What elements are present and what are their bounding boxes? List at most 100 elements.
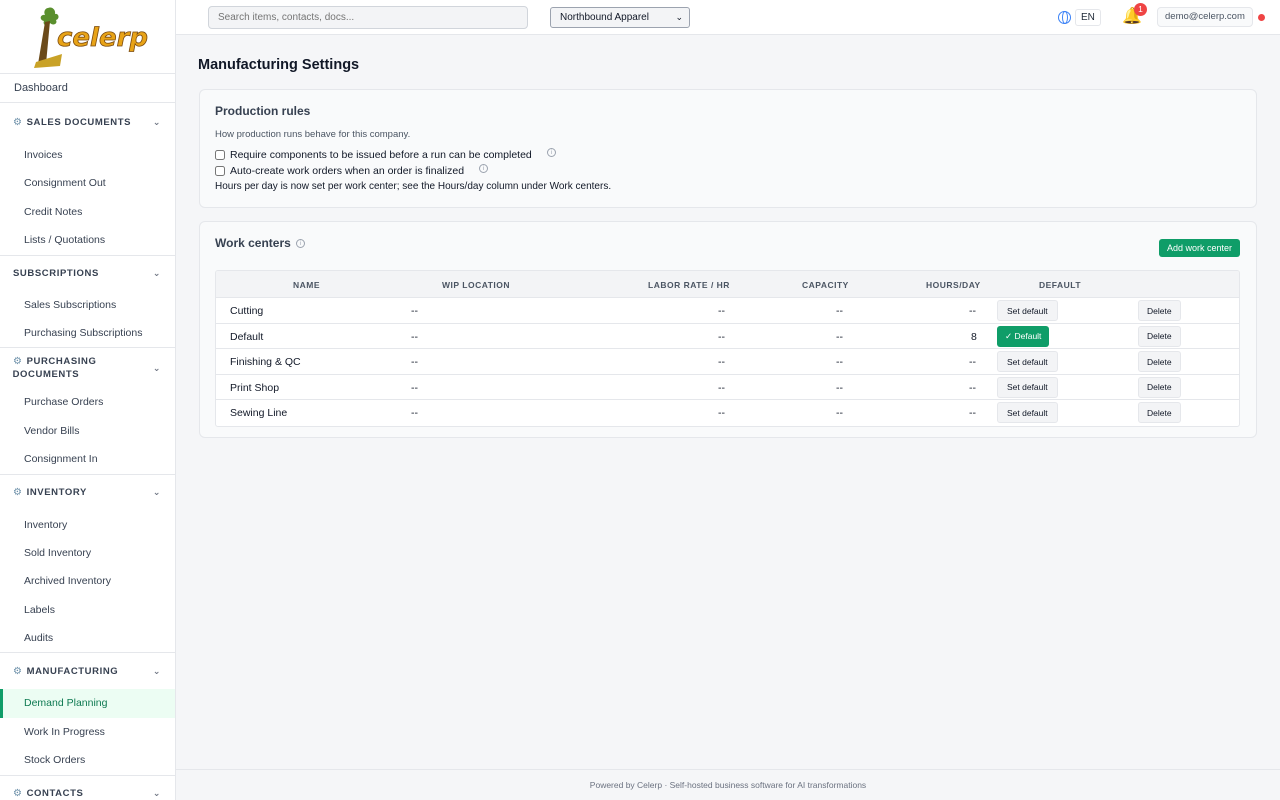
cell-capacity: -- — [836, 407, 843, 419]
cell-labor-rate: -- — [718, 356, 725, 368]
default-badge-button[interactable]: ✓ Default — [997, 325, 1050, 347]
section-title: MANUFACTURING — [26, 665, 119, 677]
sidebar-item-archived-inventory[interactable]: Archived Inventory — [0, 567, 175, 595]
search-input[interactable] — [208, 6, 528, 29]
cell-capacity: -- — [836, 305, 843, 317]
cell-wip-location: -- — [411, 330, 418, 343]
cell-hours-day: -- — [969, 305, 976, 317]
sidebar-item-consignment-in[interactable]: Consignment In — [0, 445, 175, 473]
auto-create-work-orders-option[interactable]: Auto-create work orders when an order is… — [215, 163, 489, 177]
sidebar-item-credit-notes[interactable]: Credit Notes — [0, 198, 175, 226]
section-header-purchasing-documents[interactable]: ⚙ PURCHASING DOCUMENTS ⌄ — [0, 348, 175, 388]
section-header-sales-documents[interactable]: ⚙ SALES DOCUMENTS ⌄ — [0, 103, 175, 141]
section-header-inventory[interactable]: ⚙ INVENTORY ⌄ — [0, 475, 175, 511]
nav-section-purchasing-documents: ⚙ PURCHASING DOCUMENTS ⌄ Purchase Orders V… — [0, 347, 175, 473]
delete-button[interactable]: Delete — [1138, 402, 1181, 423]
nav-section-subscriptions: SUBSCRIPTIONS ⌄ Sales Subscriptions Purc… — [0, 254, 175, 348]
user-menu-button[interactable]: demo@celerp.com — [1157, 7, 1253, 27]
cell-labor-rate: -- — [718, 330, 725, 343]
work-centers-card: Work centers i Add work center NAME WIP … — [199, 221, 1257, 438]
delete-button[interactable]: Delete — [1138, 325, 1181, 347]
delete-button[interactable]: Delete — [1138, 376, 1181, 398]
column-header-wip-location: WIP LOCATION — [442, 280, 511, 290]
card-title-text: Work centers — [215, 236, 291, 250]
nav-section-contacts: ⚙ CONTACTS ⌄ — [0, 774, 175, 800]
sidebar-item-consignment-out[interactable]: Consignment Out — [0, 169, 175, 197]
sidebar-item-inventory[interactable]: Inventory — [0, 511, 175, 539]
cell-name: Print Shop — [230, 381, 280, 394]
company-select[interactable]: Northbound Apparel ⌄ — [550, 7, 690, 28]
notification-badge: 1 — [1134, 3, 1147, 16]
svg-text:celerp: celerp — [57, 23, 148, 53]
set-default-button[interactable]: Set default — [997, 376, 1058, 398]
cell-labor-rate: -- — [718, 381, 725, 394]
cell-hours-day: 8 — [971, 330, 977, 343]
language-button[interactable]: EN — [1075, 9, 1101, 26]
column-header-hours-day: HOURS/DAY — [926, 280, 981, 290]
section-title: SUBSCRIPTIONS — [13, 267, 99, 279]
section-header-contacts[interactable]: ⚙ CONTACTS ⌄ — [0, 776, 175, 800]
nav-section-inventory: ⚙ INVENTORY ⌄ Inventory Sold Inventory Ar… — [0, 473, 175, 653]
section-header-manufacturing[interactable]: ⚙ MANUFACTURING ⌄ — [0, 653, 175, 689]
section-header-subscriptions[interactable]: SUBSCRIPTIONS ⌄ — [0, 256, 175, 291]
sidebar-item-dashboard[interactable]: Dashboard — [0, 74, 175, 102]
info-icon[interactable]: i — [479, 163, 489, 173]
section-title: INVENTORY — [26, 487, 87, 499]
chevron-down-icon: ⌄ — [152, 362, 161, 373]
cell-hours-day: -- — [969, 381, 976, 394]
sidebar-item-sold-inventory[interactable]: Sold Inventory — [0, 539, 175, 567]
gear-icon: ⚙ — [13, 487, 23, 499]
section-title: CONTACTS — [26, 788, 84, 800]
cell-name: Default — [230, 330, 264, 343]
auto-create-work-orders-checkbox[interactable] — [215, 166, 225, 176]
cell-wip-location: -- — [411, 407, 418, 419]
globe-icon — [1058, 11, 1071, 24]
sidebar-item-invoices[interactable]: Invoices — [0, 141, 175, 169]
info-icon[interactable]: i — [295, 238, 305, 248]
cell-name: Cutting — [230, 305, 264, 317]
set-default-button[interactable]: Set default — [997, 300, 1058, 321]
production-rules-card: Production rules How production runs beh… — [199, 89, 1257, 208]
sidebar-item-work-in-progress[interactable]: Work In Progress — [0, 718, 175, 746]
add-work-center-button[interactable]: Add work center — [1158, 239, 1240, 257]
topbar: Northbound Apparel ⌄ EN 🔔 1 demo@celerp.… — [176, 0, 1280, 35]
delete-button[interactable]: Delete — [1138, 300, 1181, 321]
delete-button[interactable]: Delete — [1138, 351, 1181, 372]
sidebar-item-stock-orders[interactable]: Stock Orders — [0, 746, 175, 774]
chevron-down-icon: ⌄ — [152, 267, 161, 278]
rules-description: How production runs behave for this comp… — [215, 129, 411, 140]
gear-icon: ⚙ — [13, 116, 23, 128]
company-select-value: Northbound Apparel — [560, 12, 649, 23]
info-icon[interactable]: i — [546, 147, 556, 157]
sidebar-item-sales-subscriptions[interactable]: Sales Subscriptions — [0, 291, 175, 319]
nav-section-manufacturing: ⚙ MANUFACTURING ⌄ Demand Planning Work In… — [0, 652, 175, 774]
celerp-logo-icon: celerp — [33, 6, 148, 68]
set-default-button[interactable]: Set default — [997, 402, 1058, 423]
cell-hours-day: -- — [969, 356, 976, 368]
sidebar-item-vendor-bills[interactable]: Vendor Bills — [0, 417, 175, 445]
set-default-button[interactable]: Set default — [997, 351, 1058, 372]
sidebar-item-purchase-orders[interactable]: Purchase Orders — [0, 388, 175, 416]
cell-capacity: -- — [836, 330, 843, 343]
cell-capacity: -- — [836, 356, 843, 368]
logo[interactable]: celerp — [0, 0, 175, 74]
require-components-option[interactable]: Require components to be issued before a… — [215, 147, 556, 161]
sidebar-item-demand-planning[interactable]: Demand Planning — [0, 689, 175, 718]
sidebar-item-purchasing-subscriptions[interactable]: Purchasing Subscriptions — [0, 319, 175, 347]
section-title: PURCHASING DOCUMENTS — [13, 355, 97, 381]
sidebar-item-lists-quotations[interactable]: Lists / Quotations — [0, 226, 175, 254]
gear-icon: ⚙ — [13, 665, 23, 677]
require-components-checkbox[interactable] — [215, 150, 225, 160]
sidebar-item-audits[interactable]: Audits — [0, 624, 175, 652]
nav-section-sales-documents: ⚙ SALES DOCUMENTS ⌄ Invoices Consignment … — [0, 102, 175, 255]
cell-labor-rate: -- — [718, 305, 725, 317]
option-label: Require components to be issued before a… — [230, 149, 532, 161]
table-row: Sewing Line -- -- -- -- Set default Dele… — [216, 400, 1239, 426]
sidebar-item-labels[interactable]: Labels — [0, 596, 175, 624]
cell-wip-location: -- — [411, 381, 418, 394]
table-row: Print Shop -- -- -- -- Set default Delet… — [216, 375, 1239, 400]
section-title: SALES DOCUMENTS — [26, 116, 132, 128]
language-switcher[interactable]: EN — [1058, 8, 1101, 27]
sidebar: celerp Dashboard ⚙ SALES DOCUMENTS ⌄ Invo… — [0, 0, 176, 800]
table-row: Finishing & QC -- -- -- -- Set default D… — [216, 349, 1239, 375]
